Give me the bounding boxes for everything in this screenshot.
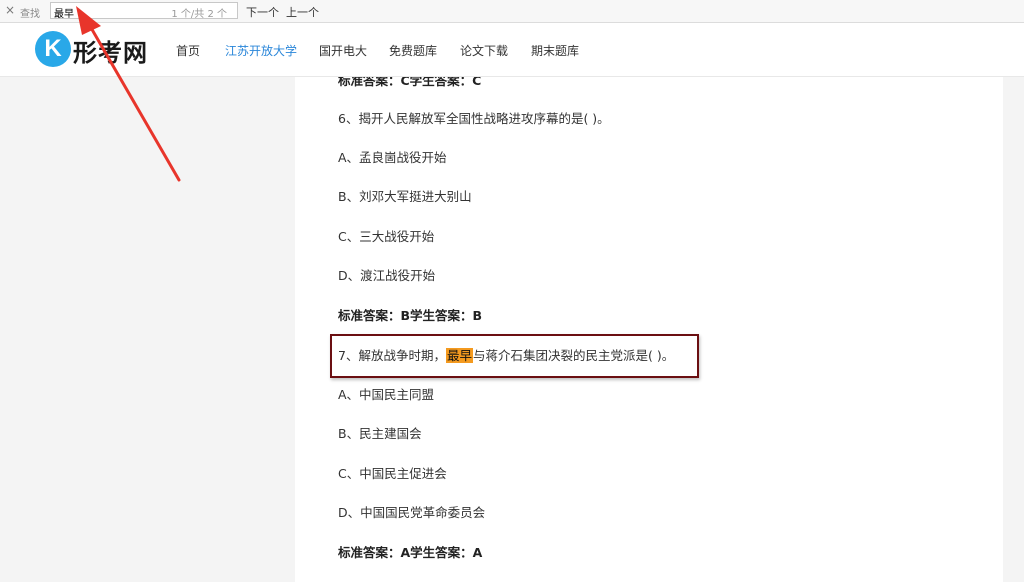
- find-bar: × 查找 最早 1 个/共 2 个 下一个 上一个: [0, 0, 1024, 23]
- nav-item-home[interactable]: 首页: [176, 42, 200, 59]
- logo-k-icon: K: [35, 31, 71, 67]
- question-6: 6、揭开人民解放军全国性战略进攻序幕的是( )。: [338, 111, 610, 126]
- q6-option-a: A、孟良崮战役开始: [338, 150, 447, 165]
- find-match-count: 1 个/共 2 个: [171, 9, 227, 20]
- q7-option-a: A、中国民主同盟: [338, 387, 435, 402]
- find-next-button[interactable]: 下一个: [246, 4, 279, 20]
- q6-option-c: C、三大战役开始: [338, 229, 435, 244]
- q7-suffix: 与蒋介石集团决裂的民主党派是( )。: [472, 348, 675, 363]
- q6-answer: 标准答案：B学生答案：B: [338, 308, 483, 323]
- find-prev-button[interactable]: 上一个: [286, 4, 319, 20]
- nav-item-free-questions[interactable]: 免费题库: [389, 42, 437, 59]
- q7-answer: 标准答案：A学生答案：A: [338, 545, 483, 560]
- q7-option-b: B、民主建国会: [338, 426, 422, 441]
- q7-option-d: D、中国国民党革命委员会: [338, 505, 486, 520]
- question-7: 7、解放战争时期，最早与蒋介石集团决裂的民主党派是( )。: [338, 345, 674, 364]
- nav-item-jiangsu-open-university[interactable]: 江苏开放大学: [225, 42, 297, 59]
- q6-option-b: B、刘邓大军挺进大别山: [338, 189, 472, 204]
- nav-item-final-questions[interactable]: 期末题库: [531, 42, 579, 59]
- find-label: 查找: [20, 9, 40, 20]
- question-content: 标准答案：C学生答案：C 6、揭开人民解放军全国性战略进攻序幕的是( )。 A、…: [295, 73, 1003, 582]
- logo-text: 形考网: [73, 39, 148, 67]
- q6-option-d: D、渡江战役开始: [338, 268, 436, 283]
- find-query-text: 最早: [54, 9, 74, 20]
- search-highlight: 最早: [445, 348, 473, 363]
- nav-item-paper-download[interactable]: 论文下载: [460, 42, 508, 59]
- nav-item-guokai[interactable]: 国开电大: [319, 42, 367, 59]
- q7-option-c: C、中国民主促进会: [338, 466, 447, 481]
- find-input[interactable]: 最早 1 个/共 2 个: [50, 2, 238, 20]
- close-icon[interactable]: ×: [5, 3, 15, 17]
- site-header: K 形考网 首页 江苏开放大学 国开电大 免费题库 论文下载 期末题库: [0, 22, 1024, 77]
- q7-prefix: 7、解放战争时期，: [338, 348, 446, 363]
